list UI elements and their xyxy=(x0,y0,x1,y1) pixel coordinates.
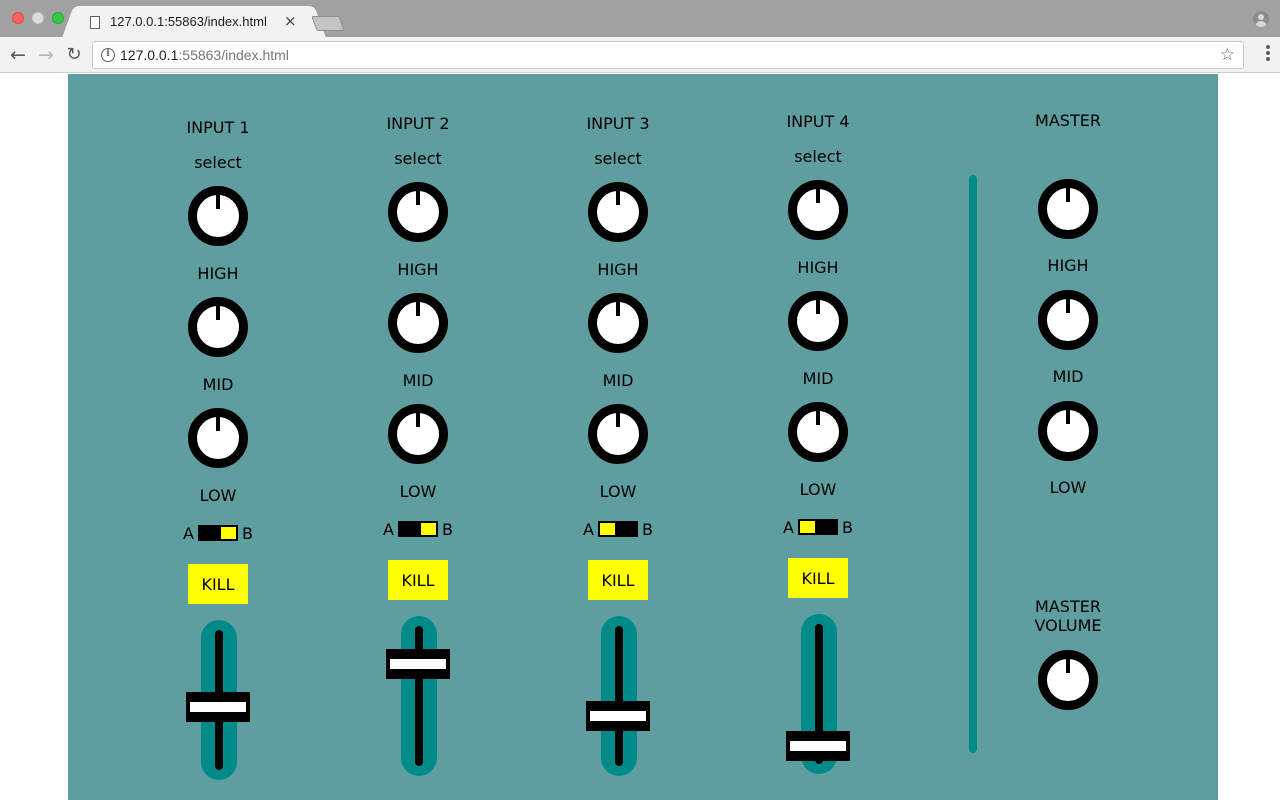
browser-toolbar: ← → ↻ i 127.0.0.1:55863/index.html ☆ xyxy=(0,37,1280,73)
crossfade-a-label: A xyxy=(383,520,394,539)
ab-assign-switch[interactable] xyxy=(598,521,638,537)
master-mid-knob[interactable] xyxy=(1038,401,1098,461)
info-icon[interactable]: i xyxy=(101,48,115,62)
new-tab-button[interactable] xyxy=(311,16,345,31)
mid-knob[interactable] xyxy=(188,408,248,468)
select-label: select xyxy=(794,147,842,166)
ab-switch-thumb[interactable] xyxy=(421,523,436,535)
fader-groove xyxy=(415,626,423,766)
channel-title: INPUT 2 xyxy=(386,114,450,133)
forward-icon[interactable]: → xyxy=(34,43,58,67)
crossfade-b-label: B xyxy=(442,520,453,539)
crossfade-b-label: B xyxy=(842,518,853,537)
select-label: select xyxy=(394,149,442,168)
master-section: MASTER HIGH MID LOW MASTER VOLUME xyxy=(998,74,1138,800)
high-knob[interactable] xyxy=(588,293,648,353)
fader-groove xyxy=(615,626,623,766)
url-text[interactable]: 127.0.0.1:55863/index.html xyxy=(120,47,289,63)
mid-knob[interactable] xyxy=(588,404,648,464)
master-section-divider xyxy=(969,175,977,753)
select-label: select xyxy=(194,153,242,172)
high-knob[interactable] xyxy=(188,297,248,357)
crossfade-b-label: B xyxy=(642,520,653,539)
mid-label: MID xyxy=(802,369,834,388)
high-label: HIGH xyxy=(797,258,839,277)
select-knob[interactable] xyxy=(788,180,848,240)
low-label: LOW xyxy=(199,486,237,505)
bookmark-star-icon[interactable]: ☆ xyxy=(1220,45,1235,65)
master-high-label: HIGH xyxy=(1047,256,1089,275)
ab-assign-switch[interactable] xyxy=(398,521,438,537)
profile-icon[interactable] xyxy=(1253,11,1269,27)
crossfade-a-label: A xyxy=(583,520,594,539)
high-knob[interactable] xyxy=(388,293,448,353)
browser-tab-bar: 127.0.0.1:55863/index.html × xyxy=(0,0,1280,37)
low-label: LOW xyxy=(399,482,437,501)
master-volume-knob[interactable] xyxy=(1038,650,1098,710)
select-knob[interactable] xyxy=(388,182,448,242)
mid-label: MID xyxy=(602,371,634,390)
fader-handle[interactable] xyxy=(586,700,650,731)
mid-knob[interactable] xyxy=(388,404,448,464)
crossfade-a-label: A xyxy=(783,518,794,537)
tab-title: 127.0.0.1:55863/index.html xyxy=(110,14,267,29)
address-bar[interactable]: i 127.0.0.1:55863/index.html ☆ xyxy=(92,41,1244,69)
volume-fader[interactable] xyxy=(601,616,637,776)
minimize-window-button[interactable] xyxy=(32,12,44,24)
fader-handle[interactable] xyxy=(386,648,450,679)
master-high-knob[interactable] xyxy=(1038,290,1098,350)
channel-title: INPUT 1 xyxy=(186,118,250,137)
back-icon[interactable]: ← xyxy=(6,43,30,67)
kill-button[interactable]: KILL xyxy=(788,558,848,598)
ab-switch-thumb[interactable] xyxy=(221,527,236,539)
channel-title: INPUT 3 xyxy=(586,114,650,133)
document-icon xyxy=(90,16,100,29)
crossfade-b-label: B xyxy=(242,524,253,543)
channel-strip-4: INPUT 4 select HIGH MID LOW A B KILL xyxy=(748,74,888,798)
browser-tab[interactable]: 127.0.0.1:55863/index.html × xyxy=(78,6,310,37)
ab-assign-switch[interactable] xyxy=(798,519,838,535)
crossfade-a-label: A xyxy=(183,524,194,543)
high-label: HIGH xyxy=(197,264,239,283)
close-window-button[interactable] xyxy=(12,12,24,24)
mixer-panel: INPUT 1 select HIGH MID LOW A B KILL INP… xyxy=(68,74,1218,800)
mid-label: MID xyxy=(402,371,434,390)
kill-button[interactable]: KILL xyxy=(388,560,448,600)
low-label: LOW xyxy=(599,482,637,501)
master-title: MASTER xyxy=(1035,111,1101,130)
low-label: LOW xyxy=(799,480,837,499)
high-label: HIGH xyxy=(597,260,639,279)
url-host: 127.0.0.1 xyxy=(120,47,179,63)
ab-switch-thumb[interactable] xyxy=(800,521,815,533)
ab-assign-switch[interactable] xyxy=(198,525,238,541)
reload-icon[interactable]: ↻ xyxy=(62,43,86,67)
master-knob[interactable] xyxy=(1038,179,1098,239)
kill-button[interactable]: KILL xyxy=(188,564,248,604)
mid-knob[interactable] xyxy=(788,402,848,462)
channel-strip-1: INPUT 1 select HIGH MID LOW A B KILL xyxy=(148,78,288,800)
master-low-label: LOW xyxy=(1049,478,1087,497)
master-volume-label-line2: VOLUME xyxy=(1034,616,1102,635)
channel-strip-3: INPUT 3 select HIGH MID LOW A B KILL xyxy=(548,74,688,800)
url-path: :55863/index.html xyxy=(178,47,289,63)
select-knob[interactable] xyxy=(588,182,648,242)
volume-fader[interactable] xyxy=(401,616,437,776)
master-volume-label-line1: MASTER xyxy=(1035,597,1101,616)
master-mid-label: MID xyxy=(1052,367,1084,386)
select-label: select xyxy=(594,149,642,168)
high-label: HIGH xyxy=(397,260,439,279)
fader-handle[interactable] xyxy=(786,731,850,761)
browser-menu-icon[interactable] xyxy=(1266,45,1270,63)
select-knob[interactable] xyxy=(188,186,248,246)
mid-label: MID xyxy=(202,375,234,394)
maximize-window-button[interactable] xyxy=(52,12,64,24)
fader-handle[interactable] xyxy=(186,691,250,722)
channel-title: INPUT 4 xyxy=(786,112,850,131)
tab-close-icon[interactable]: × xyxy=(284,12,297,30)
channel-strip-2: INPUT 2 select HIGH MID LOW A B KILL xyxy=(348,74,488,800)
ab-switch-thumb[interactable] xyxy=(600,523,615,535)
high-knob[interactable] xyxy=(788,291,848,351)
kill-button[interactable]: KILL xyxy=(588,560,648,600)
